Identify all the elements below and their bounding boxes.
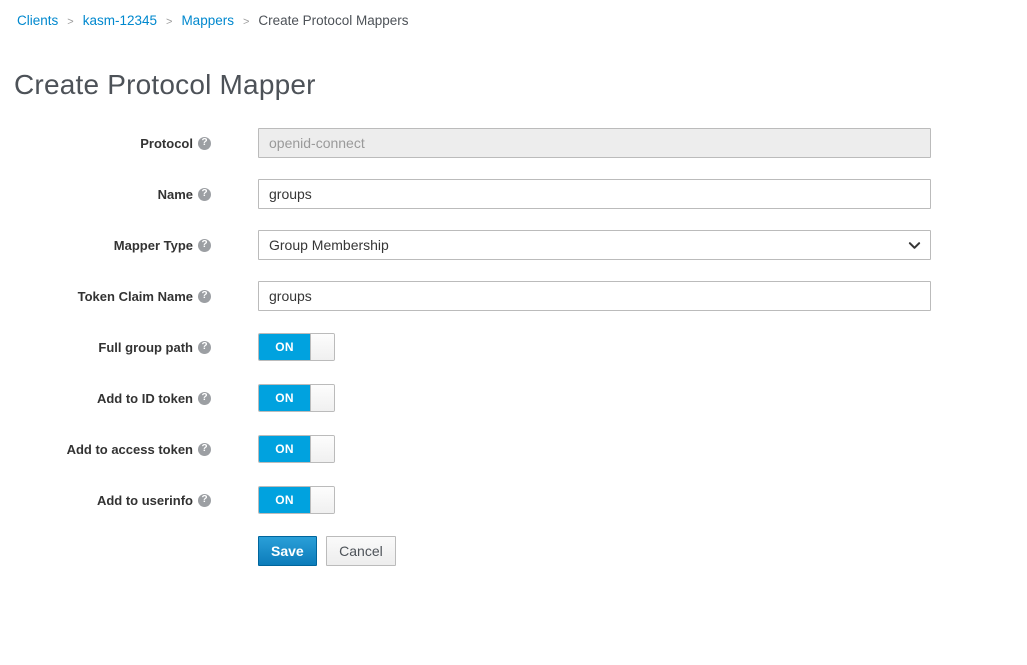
toggle-handle bbox=[310, 334, 334, 360]
breadcrumb-separator: > bbox=[58, 16, 82, 28]
full-group-path-control-cell: ON bbox=[258, 333, 931, 361]
breadcrumb-clients[interactable]: Clients bbox=[17, 13, 58, 28]
protocol-label-cell: Protocol ? bbox=[0, 136, 211, 151]
form-row-add-to-access-token: Add to access token ? ON bbox=[0, 434, 1027, 464]
toggle-on-label: ON bbox=[259, 334, 310, 360]
cancel-button[interactable]: Cancel bbox=[326, 536, 396, 566]
protocol-control-cell bbox=[258, 128, 931, 158]
name-control-cell bbox=[258, 179, 931, 209]
breadcrumb-current-page: Create Protocol Mappers bbox=[258, 13, 408, 28]
save-button[interactable]: Save bbox=[258, 536, 317, 566]
mapper-type-label-cell: Mapper Type ? bbox=[0, 238, 211, 253]
mapper-type-control-cell: Group Membership bbox=[258, 230, 931, 260]
form-row-name: Name ? bbox=[0, 179, 1027, 209]
breadcrumb-client-id[interactable]: kasm-12345 bbox=[83, 13, 157, 28]
add-to-userinfo-toggle[interactable]: ON bbox=[258, 486, 335, 514]
form-row-actions: Save Cancel bbox=[0, 536, 1027, 566]
toggle-handle bbox=[310, 487, 334, 513]
protocol-label: Protocol bbox=[140, 136, 193, 151]
form-row-add-to-id-token: Add to ID token ? ON bbox=[0, 383, 1027, 413]
help-icon[interactable]: ? bbox=[198, 341, 211, 354]
add-to-userinfo-label: Add to userinfo bbox=[97, 493, 193, 508]
full-group-path-label: Full group path bbox=[98, 340, 193, 355]
toggle-on-label: ON bbox=[259, 436, 310, 462]
form-row-protocol: Protocol ? bbox=[0, 128, 1027, 158]
form-row-token-claim-name: Token Claim Name ? bbox=[0, 281, 1027, 311]
help-icon[interactable]: ? bbox=[198, 494, 211, 507]
name-label-cell: Name ? bbox=[0, 187, 211, 202]
add-to-id-token-control-cell: ON bbox=[258, 384, 931, 412]
full-group-path-toggle[interactable]: ON bbox=[258, 333, 335, 361]
create-protocol-mapper-form: Protocol ? Name ? Mapper Type ? Group Me… bbox=[0, 128, 1027, 566]
page-title: Create Protocol Mapper bbox=[14, 69, 1027, 101]
help-icon[interactable]: ? bbox=[198, 188, 211, 201]
mapper-type-label: Mapper Type bbox=[114, 238, 193, 253]
add-to-userinfo-control-cell: ON bbox=[258, 486, 931, 514]
help-icon[interactable]: ? bbox=[198, 137, 211, 150]
form-row-add-to-userinfo: Add to userinfo ? ON bbox=[0, 485, 1027, 515]
mapper-type-select[interactable]: Group Membership bbox=[258, 230, 931, 260]
help-icon[interactable]: ? bbox=[198, 443, 211, 456]
add-to-id-token-toggle[interactable]: ON bbox=[258, 384, 335, 412]
add-to-access-token-toggle[interactable]: ON bbox=[258, 435, 335, 463]
breadcrumb-separator: > bbox=[234, 16, 258, 28]
full-group-path-label-cell: Full group path ? bbox=[0, 340, 211, 355]
add-to-access-token-control-cell: ON bbox=[258, 435, 931, 463]
add-to-id-token-label: Add to ID token bbox=[97, 391, 193, 406]
help-icon[interactable]: ? bbox=[198, 239, 211, 252]
form-row-full-group-path: Full group path ? ON bbox=[0, 332, 1027, 362]
breadcrumb: Clients > kasm-12345 > Mappers > Create … bbox=[0, 0, 1027, 28]
add-to-userinfo-label-cell: Add to userinfo ? bbox=[0, 493, 211, 508]
breadcrumb-mappers[interactable]: Mappers bbox=[181, 13, 234, 28]
token-claim-name-input[interactable] bbox=[258, 281, 931, 311]
toggle-handle bbox=[310, 385, 334, 411]
add-to-id-token-label-cell: Add to ID token ? bbox=[0, 391, 211, 406]
add-to-access-token-label: Add to access token bbox=[67, 442, 193, 457]
help-icon[interactable]: ? bbox=[198, 392, 211, 405]
add-to-access-token-label-cell: Add to access token ? bbox=[0, 442, 211, 457]
form-row-mapper-type: Mapper Type ? Group Membership bbox=[0, 230, 1027, 260]
token-claim-name-label-cell: Token Claim Name ? bbox=[0, 289, 211, 304]
token-claim-name-label: Token Claim Name bbox=[78, 289, 193, 304]
toggle-on-label: ON bbox=[259, 385, 310, 411]
name-input[interactable] bbox=[258, 179, 931, 209]
actions-control-cell: Save Cancel bbox=[258, 536, 931, 566]
toggle-handle bbox=[310, 436, 334, 462]
protocol-input bbox=[258, 128, 931, 158]
breadcrumb-separator: > bbox=[157, 16, 181, 28]
help-icon[interactable]: ? bbox=[198, 290, 211, 303]
toggle-on-label: ON bbox=[259, 487, 310, 513]
token-claim-name-control-cell bbox=[258, 281, 931, 311]
name-label: Name bbox=[158, 187, 193, 202]
